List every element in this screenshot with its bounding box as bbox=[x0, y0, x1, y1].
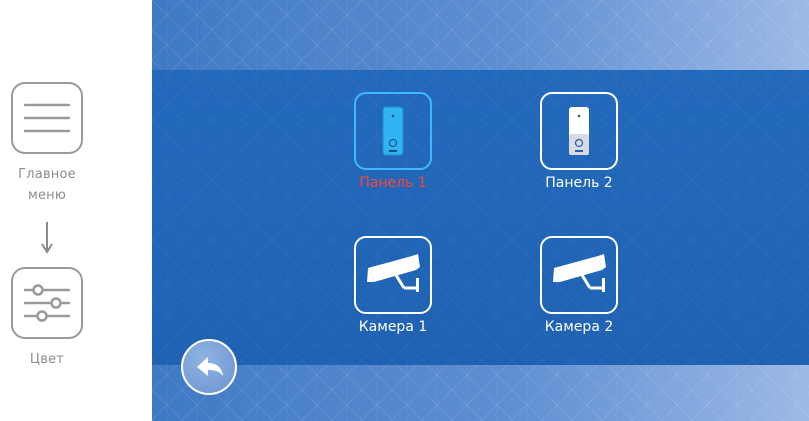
screen-background bbox=[152, 0, 809, 421]
camera-2-label: Камера 2 bbox=[544, 319, 614, 335]
panel-2-tile[interactable] bbox=[540, 92, 618, 170]
color-guide-label: Цвет bbox=[29, 352, 65, 367]
hamburger-menu-icon bbox=[23, 103, 71, 133]
main-menu-guide-label: Главное меню bbox=[0, 164, 94, 206]
cctv-camera-icon bbox=[553, 254, 606, 292]
panel-2-label: Панель 2 bbox=[545, 175, 613, 191]
panel-1-label: Панель 1 bbox=[359, 175, 427, 191]
color-guide-button bbox=[11, 267, 83, 339]
cctv-camera-icon bbox=[367, 254, 420, 292]
back-button[interactable] bbox=[181, 339, 237, 395]
main-menu-label-line2: меню bbox=[27, 188, 67, 203]
sliders-icon bbox=[23, 284, 71, 322]
panel-1-tile[interactable] bbox=[354, 92, 432, 170]
page: Главное меню Цвет Панель 1 Панель 2 Каме… bbox=[0, 0, 809, 421]
door-panel-icon bbox=[382, 106, 404, 156]
camera-1-label: Камера 1 bbox=[358, 319, 428, 335]
camera-1-tile[interactable] bbox=[354, 236, 432, 314]
back-arrow-icon bbox=[197, 357, 223, 376]
door-panel-icon bbox=[569, 107, 589, 155]
device-screen: Панель 1 Панель 2 Камера 1 Камера 2 bbox=[152, 0, 809, 421]
camera-2-tile[interactable] bbox=[540, 236, 618, 314]
main-menu-guide-button bbox=[11, 82, 83, 154]
main-menu-label-line1: Главное bbox=[18, 167, 76, 182]
arrow-down-icon bbox=[41, 222, 53, 254]
